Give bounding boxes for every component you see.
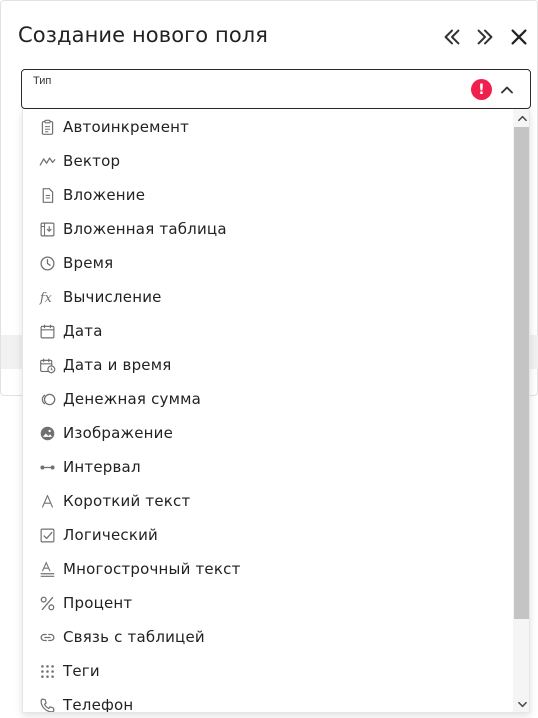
- option-label: Изображение: [63, 424, 174, 442]
- multiline-text-icon: [39, 560, 56, 578]
- option-17[interactable]: Теги: [23, 654, 513, 688]
- type-dropdown-list: Автоинкремент Вектор Вложение Вложенная таб…: [22, 109, 530, 713]
- image-icon: [39, 425, 56, 442]
- option-2[interactable]: Вектор: [23, 144, 513, 178]
- option-label: Интервал: [63, 458, 141, 476]
- percent-icon: [39, 595, 56, 612]
- option-5[interactable]: Время: [23, 246, 513, 280]
- checkbox-icon: [39, 527, 56, 544]
- option-14[interactable]: Многострочный текст: [23, 552, 513, 586]
- option-15[interactable]: Процент: [23, 586, 513, 620]
- close-icon: [511, 29, 527, 45]
- option-label: Денежная сумма: [63, 390, 202, 408]
- option-12[interactable]: Короткий текст: [23, 484, 513, 518]
- function-icon: fx: [39, 289, 56, 306]
- scroll-up-icon: [517, 115, 527, 121]
- option-label: Логический: [63, 526, 158, 544]
- option-label: Теги: [63, 662, 100, 680]
- option-label: Вложенная таблица: [63, 220, 227, 238]
- collapse-button[interactable]: [440, 25, 464, 49]
- type-select[interactable]: Тип !: [21, 69, 531, 109]
- option-label: Время: [63, 254, 114, 272]
- option-label: Телефон: [63, 696, 134, 713]
- clock-icon: [39, 255, 56, 272]
- option-label: Вычисление: [63, 288, 162, 306]
- option-label: Короткий текст: [63, 492, 191, 510]
- option-label: Дата: [63, 322, 103, 340]
- coins-icon: [39, 391, 56, 408]
- vector-icon: [39, 153, 56, 170]
- dialog-title: Создание нового поля: [18, 23, 269, 47]
- link-icon: [39, 629, 56, 646]
- scroll-down-button[interactable]: [513, 695, 529, 712]
- chevron-up-icon[interactable]: [497, 80, 517, 100]
- svg-text:fx: fx: [39, 290, 52, 305]
- error-icon: !: [471, 79, 492, 100]
- option-label: Процент: [63, 594, 133, 612]
- option-label: Дата и время: [63, 356, 172, 374]
- dots-grid-icon: [39, 663, 56, 680]
- option-11[interactable]: Интервал: [23, 450, 513, 484]
- option-4[interactable]: Вложенная таблица: [23, 212, 513, 246]
- option-3[interactable]: Вложение: [23, 178, 513, 212]
- option-18[interactable]: Телефон: [23, 688, 513, 713]
- type-select-label: Тип: [33, 75, 52, 87]
- calendar-icon: [39, 323, 56, 340]
- scrollbar[interactable]: [513, 109, 529, 712]
- nested-table-icon: [39, 221, 56, 238]
- option-10[interactable]: Изображение: [23, 416, 513, 450]
- option-label: Связь с таблицей: [63, 628, 205, 646]
- option-label: Автоинкремент: [63, 118, 190, 136]
- option-label: Вектор: [63, 152, 121, 170]
- double-chevron-right-icon: [477, 29, 493, 45]
- option-6[interactable]: fx Вычисление: [23, 280, 513, 314]
- document-icon: [39, 187, 56, 204]
- option-label: Вложение: [63, 186, 146, 204]
- option-1[interactable]: Автоинкремент: [23, 110, 513, 144]
- option-13[interactable]: Логический: [23, 518, 513, 552]
- close-button[interactable]: [507, 25, 531, 49]
- clipboard-icon: [39, 119, 56, 136]
- double-chevron-left-icon: [444, 29, 460, 45]
- option-9[interactable]: Денежная сумма: [23, 382, 513, 416]
- option-label: Многострочный текст: [63, 560, 241, 578]
- scroll-down-icon: [517, 701, 527, 707]
- scroll-thumb[interactable]: [514, 127, 529, 619]
- interval-icon: [39, 459, 56, 476]
- phone-icon: [39, 697, 56, 713]
- expand-button[interactable]: [473, 25, 497, 49]
- option-16[interactable]: Связь с таблицей: [23, 620, 513, 654]
- calendar-clock-icon: [39, 357, 56, 374]
- option-8[interactable]: Дата и время: [23, 348, 513, 382]
- scroll-up-button[interactable]: [513, 109, 529, 127]
- text-a-icon: [39, 493, 56, 510]
- option-7[interactable]: Дата: [23, 314, 513, 348]
